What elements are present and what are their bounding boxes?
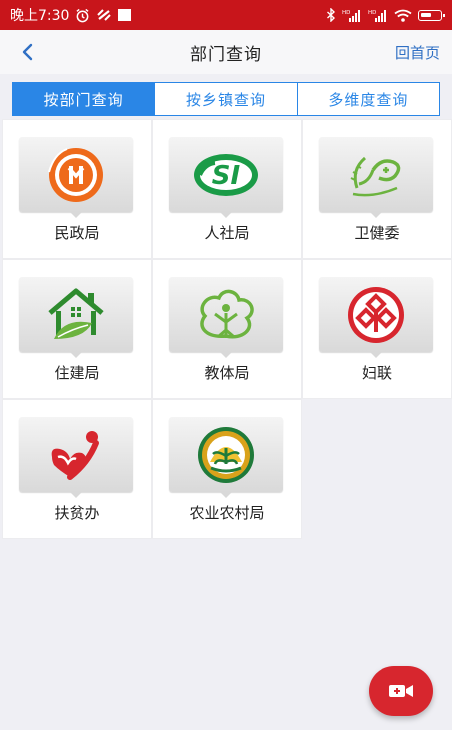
svg-text:SI: SI (212, 161, 241, 191)
signal-icon-1: HD (342, 9, 360, 22)
department-label: 教体局 (204, 364, 250, 382)
agriculture-rural-logo-icon (198, 426, 254, 483)
query-tabs: 按部门查询 按乡镇查询 多维度查询 (12, 82, 440, 116)
department-label: 卫健委 (354, 224, 400, 242)
link-icon (97, 9, 112, 21)
department-item-education-sports[interactable]: 教体局 (153, 260, 301, 398)
department-item-human-resources[interactable]: SI 人社局 (153, 120, 301, 258)
agriculture-rural-logo-card (169, 417, 283, 498)
housing-construction-logo-card (19, 277, 133, 358)
civil-affairs-logo-card (19, 137, 133, 218)
department-item-health-commission[interactable]: 卫健委 (303, 120, 451, 258)
department-label: 农业农村局 (189, 504, 265, 522)
department-label: 民政局 (54, 224, 100, 242)
poverty-alleviation-logo-card (19, 417, 133, 498)
home-link[interactable]: 回首页 (395, 42, 440, 63)
department-item-civil-affairs[interactable]: 民政局 (3, 120, 151, 258)
bluetooth-icon (327, 8, 336, 22)
womens-federation-logo-card (319, 277, 433, 358)
housing-construction-logo-icon (48, 288, 104, 339)
womens-federation-logo-icon (348, 286, 404, 343)
social-security-logo-card: SI (169, 137, 283, 218)
civil-affairs-logo-icon (48, 147, 103, 202)
navigation-bar: 部门查询 回首页 (0, 30, 452, 74)
department-grid: 民政局 SI 人社局 卫健委 住建局 教体局 妇联 扶贫办 农业农村局 (3, 120, 451, 538)
battery-icon (418, 9, 445, 21)
video-call-button[interactable] (369, 666, 433, 716)
tab-multi-dimension[interactable]: 多维度查询 (296, 83, 439, 115)
social-security-logo-icon: SI (194, 153, 258, 196)
network-type-label: HD (342, 10, 350, 16)
notification-icon (118, 9, 132, 21)
back-button[interactable] (12, 36, 42, 68)
status-time: 晚上7:30 (10, 8, 70, 24)
health-commission-logo-icon (350, 156, 401, 196)
education-sports-logo-icon (200, 289, 254, 339)
signal-icon-2: HD (368, 9, 386, 22)
chevron-left-icon (22, 43, 33, 61)
department-label: 住建局 (54, 364, 100, 382)
page-title: 部门查询 (190, 44, 262, 65)
video-camera-icon (389, 685, 413, 697)
network-type-label: HD (368, 10, 376, 16)
wifi-icon (394, 9, 412, 22)
health-commission-logo-card (319, 137, 433, 218)
education-sports-logo-card (169, 277, 283, 358)
tab-by-township[interactable]: 按乡镇查询 (154, 83, 296, 115)
status-bar-right: HD HD (326, 8, 445, 22)
department-item-poverty-alleviation[interactable]: 扶贫办 (3, 400, 151, 538)
department-item-agriculture-rural[interactable]: 农业农村局 (153, 400, 301, 538)
status-bar-left: 晚上7:30 (10, 5, 132, 25)
department-label: 扶贫办 (54, 504, 100, 522)
department-label: 人社局 (204, 224, 250, 242)
department-item-womens-federation[interactable]: 妇联 (303, 260, 451, 398)
alarm-icon (76, 8, 90, 22)
department-item-housing-construction[interactable]: 住建局 (3, 260, 151, 398)
tab-by-department[interactable]: 按部门查询 (13, 83, 155, 115)
department-label: 妇联 (361, 364, 392, 382)
status-bar: 晚上7:30 HD HD (0, 0, 452, 30)
poverty-alleviation-logo-icon (51, 430, 99, 480)
